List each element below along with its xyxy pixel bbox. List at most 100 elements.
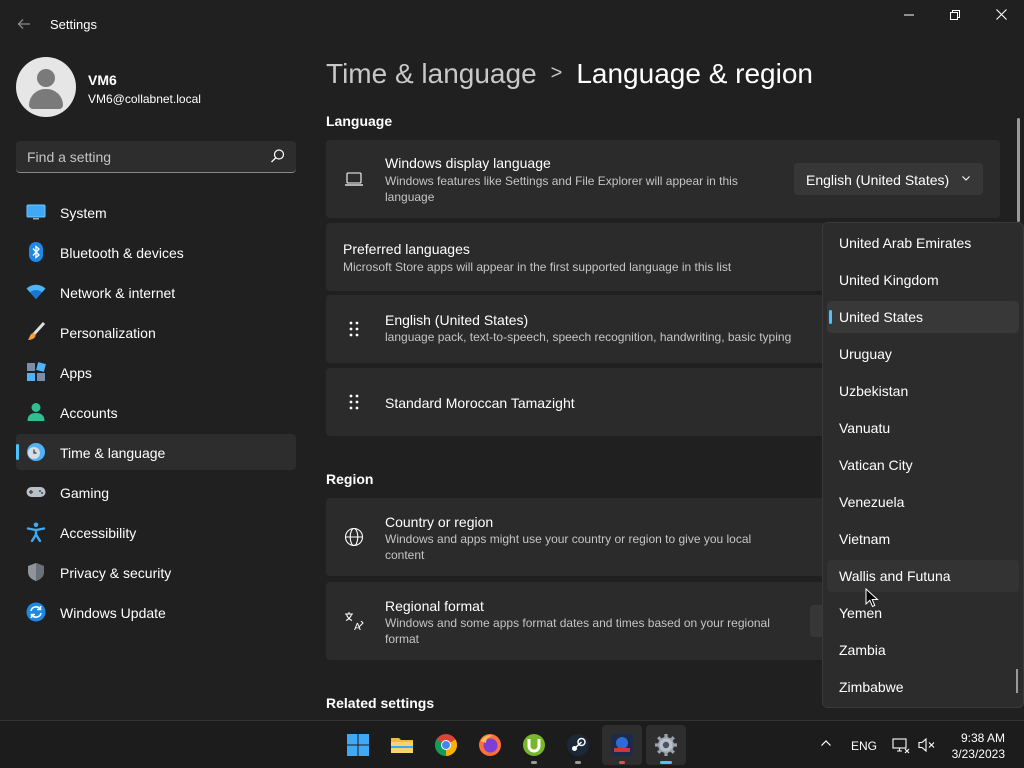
close-button[interactable] <box>978 0 1024 32</box>
wifi-icon <box>26 284 46 299</box>
search-input[interactable]: Find a setting <box>16 141 296 173</box>
sidebar-item-label: Network & internet <box>60 285 176 301</box>
page-title: Language & region <box>576 58 813 89</box>
sidebar-item-label: Privacy & security <box>60 565 172 581</box>
minimize-button[interactable] <box>886 0 932 32</box>
drag-handle-icon[interactable] <box>344 392 364 412</box>
sidebar-item-personalization[interactable]: Personalization <box>16 314 296 350</box>
country-option[interactable]: Yemen <box>827 597 1019 629</box>
country-option-selected[interactable]: United States <box>827 301 1019 333</box>
country-option[interactable]: United Kingdom <box>827 264 1019 296</box>
sidebar-item-system[interactable]: System <box>16 194 296 230</box>
regional-format-desc-2: format <box>385 632 420 646</box>
sidebar-item-label: Accessibility <box>60 525 137 541</box>
taskbar-utorrent[interactable] <box>514 725 554 765</box>
windows-start-icon <box>347 734 369 756</box>
firefox-icon <box>479 734 501 756</box>
sidebar-item-apps[interactable]: Apps <box>16 354 296 390</box>
country-option[interactable]: Vanuatu <box>827 412 1019 444</box>
taskbar-firefox[interactable] <box>470 725 510 765</box>
country-region-desc-1: Windows and apps might use your country … <box>385 532 752 546</box>
volume-muted-icon[interactable] <box>918 736 936 754</box>
time-language-icon <box>27 443 45 461</box>
country-option-label: Wallis and Futuna <box>839 568 951 584</box>
file-explorer-icon <box>391 738 413 753</box>
taskbar-settings[interactable] <box>646 725 686 765</box>
display-language-desc-2: language <box>385 190 435 204</box>
country-option[interactable]: United Arab Emirates <box>827 227 1019 259</box>
title-bar: Settings <box>0 0 1024 48</box>
running-indicator <box>619 761 625 764</box>
country-dropdown-list[interactable]: United Arab Emirates United Kingdom Unit… <box>822 222 1024 708</box>
country-option[interactable]: Uzbekistan <box>827 375 1019 407</box>
country-option[interactable]: Zimbabwe <box>827 671 1019 703</box>
search-icon <box>271 149 285 163</box>
country-option-label: Uzbekistan <box>839 383 909 399</box>
laptop-icon <box>345 172 363 186</box>
sidebar-item-gaming[interactable]: Gaming <box>16 474 296 510</box>
search-placeholder: Find a setting <box>27 149 112 165</box>
region-section-title: Region <box>326 471 374 487</box>
maximize-button[interactable] <box>932 0 978 32</box>
chevron-down-icon <box>962 176 970 181</box>
country-option[interactable]: Zambia <box>827 634 1019 666</box>
breadcrumb-parent[interactable]: Time & language <box>326 58 537 89</box>
country-option[interactable]: Venezuela <box>827 486 1019 518</box>
sidebar-item-privacy[interactable]: Privacy & security <box>16 554 296 590</box>
user-name: VM6 <box>88 72 117 88</box>
user-email: VM6@collabnet.local <box>88 92 201 106</box>
language-item-desc: language pack, text-to-speech, speech re… <box>385 330 792 344</box>
user-profile[interactable]: VM6 VM6@collabnet.local <box>16 57 306 117</box>
country-option[interactable]: Vatican City <box>827 449 1019 481</box>
network-icon[interactable] <box>892 736 910 754</box>
sidebar-item-accounts[interactable]: Accounts <box>16 394 296 430</box>
country-option-label: Venezuela <box>839 494 905 510</box>
taskbar-file-explorer[interactable] <box>382 725 422 765</box>
sidebar-item-bluetooth[interactable]: Bluetooth & devices <box>16 234 296 270</box>
chevron-up-icon[interactable] <box>820 737 832 749</box>
breadcrumb-separator: > <box>550 62 563 84</box>
dropdown-scrollbar[interactable] <box>1016 669 1018 693</box>
update-icon <box>26 602 46 622</box>
preferred-languages-title: Preferred languages <box>343 241 470 257</box>
display-language-value: English (United States) <box>806 172 950 188</box>
globe-icon <box>344 527 364 547</box>
sidebar-nav: System Bluetooth & devices Network & int… <box>16 194 296 634</box>
taskbar-steam[interactable] <box>558 725 598 765</box>
sidebar-item-label: Time & language <box>60 445 166 461</box>
country-option[interactable]: Vietnam <box>827 523 1019 555</box>
display-language-dropdown[interactable]: English (United States) <box>794 163 983 195</box>
sidebar-item-label: Gaming <box>60 485 110 501</box>
taskbar-start-button[interactable] <box>338 725 378 765</box>
display-language-desc-1: Windows features like Settings and File … <box>385 174 738 188</box>
page-scrollbar[interactable] <box>1017 118 1020 222</box>
clock-time[interactable]: 9:38 AM <box>961 731 1005 745</box>
clock-date[interactable]: 3/23/2023 <box>952 747 1005 761</box>
avatar <box>16 57 76 117</box>
running-indicator <box>575 761 581 764</box>
back-button[interactable] <box>12 12 36 36</box>
country-option-label: Uruguay <box>839 346 892 362</box>
drag-handle-icon[interactable] <box>344 319 364 339</box>
sidebar-item-windows-update[interactable]: Windows Update <box>16 594 296 630</box>
country-option[interactable]: Uruguay <box>827 338 1019 370</box>
preferred-languages-desc: Microsoft Store apps will appear in the … <box>343 260 732 274</box>
taskbar-chrome[interactable] <box>426 725 466 765</box>
restore-icon <box>950 10 960 20</box>
sidebar-item-accessibility[interactable]: Accessibility <box>16 514 296 550</box>
country-option-label: Zimbabwe <box>839 679 904 695</box>
close-icon <box>995 9 1007 20</box>
language-item-title: English (United States) <box>385 312 529 328</box>
game-app-icon <box>611 734 633 756</box>
country-option-label: Zambia <box>839 642 886 658</box>
input-language-indicator[interactable]: ENG <box>851 739 877 753</box>
sidebar-item-network[interactable]: Network & internet <box>16 274 296 310</box>
related-settings-title: Related settings <box>326 695 435 711</box>
sidebar-item-time-language[interactable]: Time & language <box>16 434 296 470</box>
accounts-icon <box>27 403 45 421</box>
selected-indicator <box>829 310 832 324</box>
language-section-title: Language <box>326 113 393 129</box>
regional-format-icon: A <box>345 612 364 631</box>
country-option-hovered[interactable]: Wallis and Futuna <box>827 560 1019 592</box>
taskbar-game-app[interactable] <box>602 725 642 765</box>
